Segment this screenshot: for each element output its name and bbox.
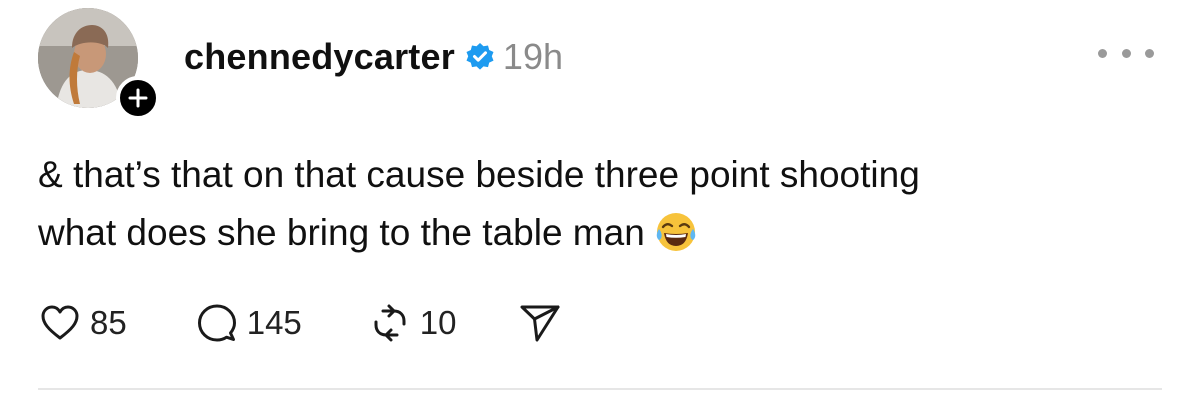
face-with-tears-of-joy-icon — [655, 211, 697, 253]
repost-icon — [374, 304, 406, 342]
post-divider — [38, 388, 1162, 390]
more-dot — [1121, 48, 1131, 58]
share-button[interactable] — [519, 300, 561, 346]
post-actions: 85 145 10 — [40, 300, 561, 346]
send-icon — [520, 305, 559, 342]
post-text: & that’s that on that cause beside three… — [38, 146, 1158, 262]
post-text-line: what does she bring to the table man — [38, 212, 645, 253]
more-options-button[interactable] — [1098, 38, 1154, 68]
repost-button[interactable]: 10 — [370, 300, 457, 346]
like-button[interactable]: 85 — [40, 300, 127, 346]
more-dot — [1145, 48, 1154, 58]
reply-count: 145 — [246, 304, 302, 341]
post-timestamp[interactable]: 19h — [503, 36, 563, 78]
heart-icon — [41, 305, 79, 340]
plus-icon — [128, 88, 148, 108]
follow-button[interactable] — [116, 76, 160, 120]
verified-badge-icon — [465, 42, 495, 72]
repost-count: 10 — [419, 304, 457, 341]
thread-post: chennedycarter 19h & that’s that on that… — [0, 0, 1200, 400]
post-text-line-2: what does she bring to the table man — [38, 204, 1158, 262]
author-avatar[interactable] — [38, 8, 160, 120]
speech-bubble-icon — [197, 304, 236, 342]
reply-button[interactable]: 145 — [197, 300, 302, 346]
post-header: chennedycarter 19h — [184, 30, 563, 84]
post-text-line: & that’s that on that cause beside three… — [38, 154, 920, 195]
like-count: 85 — [90, 304, 127, 341]
more-dot — [1098, 48, 1107, 58]
username-link[interactable]: chennedycarter — [184, 36, 455, 78]
